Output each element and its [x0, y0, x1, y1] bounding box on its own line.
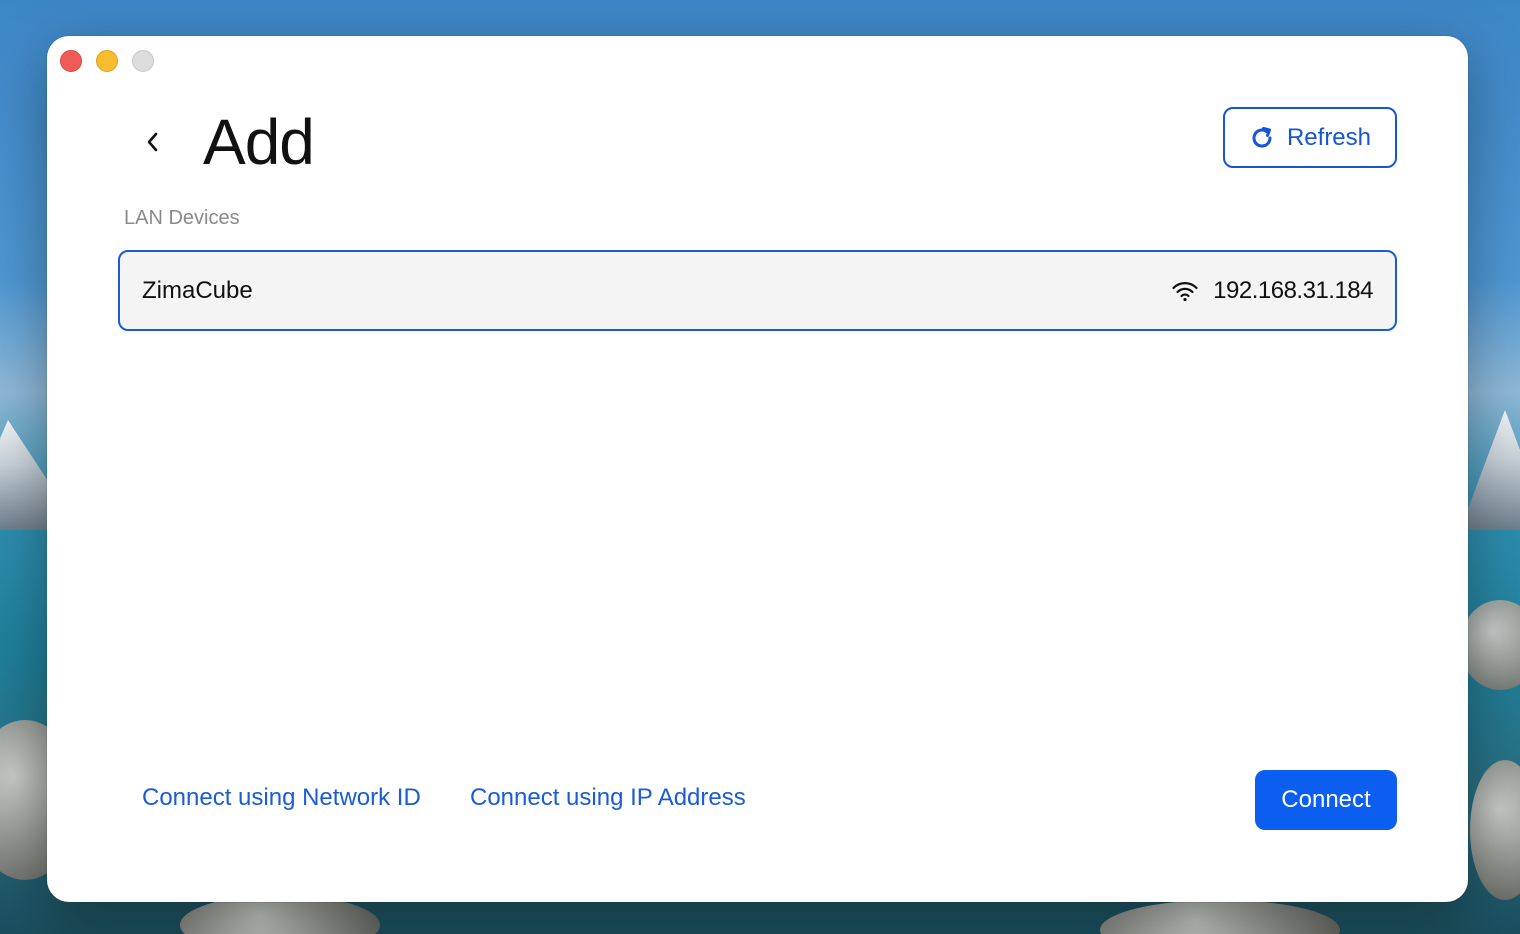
connect-button[interactable]: Connect [1255, 770, 1397, 830]
wallpaper-rock [1460, 600, 1520, 690]
close-window-button[interactable] [60, 50, 82, 72]
section-label-lan-devices: LAN Devices [124, 207, 240, 229]
minimize-window-button[interactable] [96, 50, 118, 72]
device-row-zimacube[interactable]: ZimaCube 192.168.31.184 [118, 250, 1397, 331]
device-ip-address: 192.168.31.184 [1213, 276, 1373, 304]
refresh-icon [1252, 126, 1272, 147]
wallpaper-mountain-right [1460, 410, 1520, 530]
connect-using-ip-address-link[interactable]: Connect using IP Address [470, 784, 746, 812]
wallpaper-rock [1470, 760, 1520, 900]
back-button[interactable] [135, 124, 171, 160]
wifi-icon [1172, 281, 1198, 301]
refresh-label: Refresh [1286, 123, 1372, 151]
wallpaper-rock [1100, 900, 1340, 934]
device-name: ZimaCube [142, 276, 253, 304]
refresh-button[interactable]: Refresh [1223, 107, 1397, 168]
page-title: Add [203, 106, 315, 178]
device-connection-info: 192.168.31.184 [1171, 277, 1373, 305]
chevron-left-icon [147, 132, 158, 152]
add-device-window: Add Refresh LAN Devices ZimaCube 192.168… [47, 36, 1468, 902]
connect-using-network-id-link[interactable]: Connect using Network ID [142, 784, 421, 812]
window-controls [60, 50, 154, 72]
zoom-window-button[interactable] [132, 50, 154, 72]
